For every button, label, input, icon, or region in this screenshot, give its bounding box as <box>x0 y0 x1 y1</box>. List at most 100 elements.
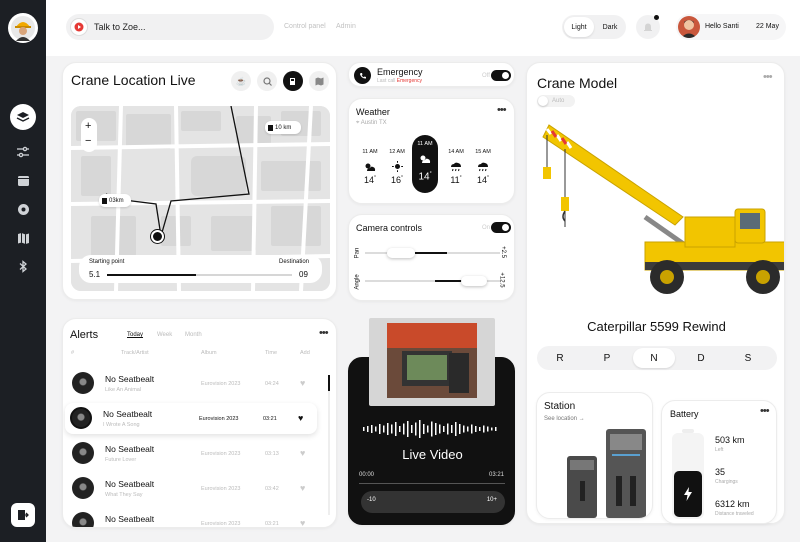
emergency-card: Emergency Last call Emergency Off <box>348 62 515 87</box>
alert-title: No Seatbealt <box>105 479 155 489</box>
crane-model-more-icon[interactable]: ••• <box>763 71 773 83</box>
settings-icon[interactable] <box>11 197 35 221</box>
search-bar[interactable]: Talk to Zoe... <box>66 14 274 40</box>
theme-toggle[interactable]: Light Dark <box>562 15 626 39</box>
forecast-temp: 16° <box>390 175 403 185</box>
battery-fill <box>674 471 702 517</box>
nav-link-control-panel[interactable]: Control panel <box>284 23 326 30</box>
filter-week[interactable]: Week <box>157 332 172 338</box>
waveform-bar <box>491 427 493 431</box>
camera-toggle-label: On <box>482 225 491 231</box>
alert-row[interactable]: No Seatbealt Like An Animal Eurovision 202… <box>67 368 315 399</box>
gear-n-button[interactable]: N <box>633 348 675 368</box>
alert-subtitle: Love Me <box>105 527 126 528</box>
see-location-link[interactable]: See location → <box>544 416 585 422</box>
alert-row[interactable]: No Seatbealt Love Me Eurovision 2023 03:21 ♥ <box>67 508 315 528</box>
camera-toggle[interactable] <box>491 222 511 233</box>
crane-position-marker[interactable] <box>151 230 164 243</box>
zoom-out-button[interactable]: − <box>85 135 91 147</box>
lightning-icon <box>684 487 692 501</box>
alert-row[interactable]: No Seatbealt I Wrote A Song Eurovision 202… <box>65 403 317 434</box>
heart-icon[interactable]: ♥ <box>300 518 305 527</box>
weather-more-icon[interactable]: ••• <box>497 104 507 116</box>
forward-button[interactable]: 10+ <box>487 497 497 503</box>
battery-cap <box>682 429 694 433</box>
map-icon[interactable] <box>11 226 35 250</box>
alert-row[interactable]: No Seatbealt What They Say Eurovision 2023… <box>67 473 315 504</box>
angle-slider[interactable] <box>365 276 500 286</box>
forecast-hour-4[interactable]: 14 AM 11° <box>446 145 466 191</box>
logout-icon[interactable] <box>11 503 35 527</box>
video-progress-track[interactable] <box>359 483 505 484</box>
gear-s-button[interactable]: S <box>727 348 769 368</box>
alert-subtitle: Like An Animal <box>105 387 142 393</box>
calendar-icon[interactable] <box>11 168 35 192</box>
waveform-bar <box>487 426 489 432</box>
heart-icon[interactable]: ♥ <box>300 483 305 493</box>
alert-thumbnail <box>72 512 94 527</box>
forecast-temp: 14° <box>418 171 432 183</box>
bluetooth-icon[interactable] <box>11 254 35 278</box>
waveform-bar <box>447 423 449 435</box>
map-filter-map-icon[interactable] <box>309 71 329 91</box>
alert-row[interactable]: No Seatbealt Future Lover Eurovision 2023 0… <box>67 438 315 469</box>
alerts-scrollbar[interactable] <box>328 375 330 515</box>
auto-toggle[interactable]: Auto <box>537 95 575 107</box>
alerts-column-header: Time <box>265 350 278 356</box>
starting-point-value: 5.1 <box>89 270 101 279</box>
forecast-hour-2[interactable]: 12 AM 16° <box>387 145 407 191</box>
theme-light-option[interactable]: Light <box>564 17 594 37</box>
layers-icon[interactable] <box>10 104 36 130</box>
map-filter-search-icon[interactable] <box>257 71 277 91</box>
cloud-sun-icon <box>412 151 438 163</box>
live-map[interactable]: + − 10 km 03km Starting point 5.1 Destin… <box>71 106 330 291</box>
pan-label: Pan <box>354 247 361 259</box>
alert-time: 03:42 <box>265 486 279 492</box>
alerts-scrollbar-thumb[interactable] <box>328 375 330 391</box>
heart-icon[interactable]: ♥ <box>300 448 305 458</box>
video-thumbnail-frame[interactable] <box>369 318 495 406</box>
map-filter-station-icon[interactable] <box>283 71 303 91</box>
waveform-bar <box>439 424 441 434</box>
heart-icon[interactable]: ♥ <box>300 378 305 388</box>
audio-waveform <box>363 420 497 438</box>
forecast-hour-3[interactable]: 11 AM 14° <box>412 135 438 193</box>
gear-r-button[interactable]: R <box>539 348 581 368</box>
waveform-bar <box>363 427 365 431</box>
pan-slider[interactable] <box>365 248 500 258</box>
forecast-hour-1[interactable]: 11 AM 14° <box>360 145 380 191</box>
zoom-in-button[interactable]: + <box>85 120 91 132</box>
forecast-hour-5[interactable]: 15 AM 14° <box>473 145 493 191</box>
sidebar <box>0 0 46 542</box>
pan-slider-handle[interactable] <box>387 248 415 258</box>
waveform-bar <box>407 421 409 437</box>
alert-album: Eurovision 2023 <box>201 486 241 492</box>
emergency-toggle[interactable] <box>491 70 511 81</box>
distance-top-text: 10 km <box>275 124 292 131</box>
gear-p-button[interactable]: P <box>586 348 628 368</box>
gear-d-button[interactable]: D <box>680 348 722 368</box>
route-progress-fill <box>107 274 196 276</box>
waveform-bar <box>455 422 457 436</box>
battery-more-icon[interactable]: ••• <box>760 405 770 417</box>
nav-link-admin[interactable]: Admin <box>336 23 356 30</box>
fuel-pump-icon <box>268 124 273 131</box>
filter-month[interactable]: Month <box>185 332 202 338</box>
user-profile[interactable]: Hello Santi 22 May <box>676 14 786 40</box>
waveform-bar <box>471 424 473 434</box>
crane-model-name: Caterpillar 5599 Rewind <box>587 319 726 334</box>
notification-bell-icon[interactable] <box>636 15 660 39</box>
battery-stat-label: Chargings <box>715 479 738 485</box>
battery-stat-value: 35 <box>715 467 726 477</box>
map-filter-fuel-icon[interactable]: ☕ <box>231 71 251 91</box>
angle-slider-handle[interactable] <box>461 276 487 286</box>
heart-icon[interactable]: ♥ <box>298 413 303 423</box>
video-seek-bar[interactable]: -10 10+ <box>361 491 505 513</box>
rewind-button[interactable]: -10 <box>367 497 376 503</box>
theme-dark-option[interactable]: Dark <box>596 17 624 37</box>
waveform-bar <box>415 422 417 436</box>
filter-today[interactable]: Today <box>127 332 143 338</box>
alerts-more-icon[interactable]: ••• <box>319 327 329 339</box>
sliders-icon[interactable] <box>11 140 35 164</box>
user-logo[interactable] <box>8 13 38 43</box>
